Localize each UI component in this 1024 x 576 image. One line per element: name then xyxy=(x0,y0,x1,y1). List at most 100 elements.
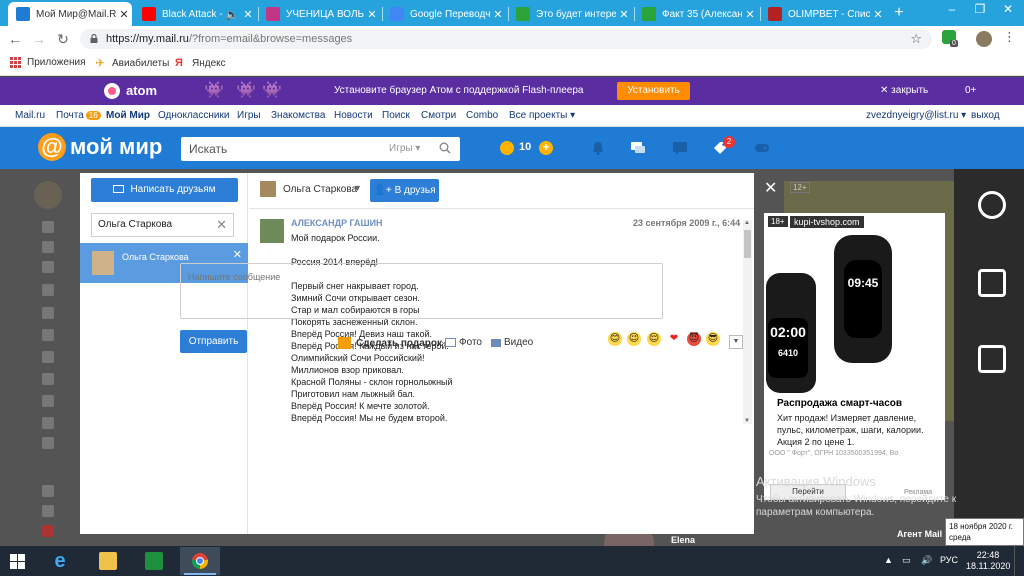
taskbar-explorer[interactable] xyxy=(88,547,128,575)
messages-icon[interactable] xyxy=(630,140,646,156)
clear-filter-icon[interactable]: ✕ xyxy=(216,217,227,233)
close-tab-icon[interactable]: ✕ xyxy=(490,8,506,21)
recipient-name[interactable]: Ольга Старкова xyxy=(283,184,357,195)
close-tab-icon[interactable]: ✕ xyxy=(240,8,256,21)
attach-photo-button[interactable]: Фото xyxy=(445,337,482,348)
tab-black-attack[interactable]: Black Attack - 🔈 ✕ xyxy=(134,2,256,26)
scroll-down-icon[interactable]: ▼ xyxy=(744,418,750,424)
portal-link-mailru[interactable]: Mail.ru xyxy=(15,110,45,121)
speaker-icon[interactable]: 🔈 xyxy=(224,8,240,21)
taskbar-store[interactable] xyxy=(134,547,174,575)
chat-icon[interactable] xyxy=(672,140,688,156)
close-ad-icon[interactable]: ✕ xyxy=(764,178,777,198)
sunglasses-emoji-icon[interactable]: 😎 xyxy=(706,332,720,346)
tray-arrow-icon[interactable]: ▲ xyxy=(884,555,893,565)
tab-olimpbet[interactable]: OLIMPBET - Списо ✕ xyxy=(760,2,886,26)
new-tab-button[interactable]: + xyxy=(890,4,908,22)
add-friend-button[interactable]: 👤+ В друзья xyxy=(370,179,439,202)
portal-link-search[interactable]: Поиск xyxy=(382,110,410,121)
sync-icon[interactable] xyxy=(978,191,1006,219)
show-desktop-button[interactable] xyxy=(1014,546,1024,576)
portal-link-news[interactable]: Новости xyxy=(334,110,373,121)
network-icon[interactable]: ▭ xyxy=(902,555,911,566)
tab-eto-budet[interactable]: Это будет интерес ✕ xyxy=(508,2,632,26)
gamepad-icon[interactable] xyxy=(754,140,770,156)
portal-link-odnoklassniki[interactable]: Одноклассники xyxy=(158,110,229,121)
bell-icon[interactable] xyxy=(590,140,606,156)
write-to-friends-button[interactable]: Написать друзьям xyxy=(91,178,238,202)
search-input[interactable]: Искать xyxy=(189,142,227,156)
display-icon[interactable] xyxy=(978,345,1006,373)
account-email[interactable]: zvezdnyeigry@list.ru ▾ xyxy=(866,110,966,121)
windows-icon[interactable] xyxy=(978,269,1006,297)
taskbar-ie[interactable]: e xyxy=(40,547,80,575)
minimize-button[interactable]: – xyxy=(938,2,966,16)
tab-uchenitsa[interactable]: УЧЕНИЦА ВОЛЬФ ✕ xyxy=(258,2,380,26)
portal-link-moy-mir[interactable]: Мой Мир xyxy=(106,110,150,121)
tab-moy-mir[interactable]: Мой Мир@Mail.Ru ✕ xyxy=(8,2,132,26)
portal-link-watch[interactable]: Смотри xyxy=(421,110,456,121)
close-tab-icon[interactable]: ✕ xyxy=(116,8,132,21)
portal-link-dating[interactable]: Знакомства xyxy=(271,110,325,121)
contact-filter[interactable]: ✕ xyxy=(91,213,234,237)
bookmark-apps[interactable]: Приложения xyxy=(10,57,86,68)
header-search[interactable]: Искать Игры ▾ xyxy=(181,137,460,161)
close-contact-icon[interactable]: ✕ xyxy=(233,248,242,261)
bookmark-star-icon[interactable]: ☆ xyxy=(910,31,922,47)
scrollbar-thumb[interactable] xyxy=(744,230,751,258)
tab-google-translate[interactable]: Google Переводч ✕ xyxy=(382,2,506,26)
profile-avatar[interactable] xyxy=(976,31,992,47)
devil-emoji-icon[interactable]: 😈 xyxy=(687,332,701,346)
taskbar-chrome[interactable] xyxy=(180,547,220,575)
close-tab-icon[interactable]: ✕ xyxy=(870,8,886,21)
moy-mir-logo[interactable]: мой мир xyxy=(70,134,162,160)
smile-emoji-icon[interactable]: 😊 xyxy=(608,332,622,346)
scroll-up-icon[interactable]: ▲ xyxy=(744,220,750,226)
advertisement[interactable]: 18+ kupi-tvshop.com 09:45 02:00 6410 Рас… xyxy=(764,213,945,500)
close-tab-icon[interactable]: ✕ xyxy=(364,8,380,21)
ad-domain[interactable]: kupi-tvshop.com xyxy=(790,216,864,228)
at-sign-logo-icon[interactable]: @ xyxy=(38,133,66,161)
add-coins-icon[interactable]: + xyxy=(539,141,553,155)
heart-emoji-icon[interactable]: ❤ xyxy=(667,332,681,346)
bookmark-yandex[interactable]: Я Яндекс xyxy=(175,57,226,69)
chevron-down-icon[interactable]: ▼ xyxy=(353,183,362,193)
attach-video-button[interactable]: Видео xyxy=(491,337,533,348)
coin-icon[interactable] xyxy=(500,141,514,155)
close-window-button[interactable]: ✕ xyxy=(994,2,1022,16)
forward-button[interactable]: → xyxy=(30,30,48,48)
address-bar[interactable]: https://my.mail.ru/?from=email&browse=me… xyxy=(80,29,932,49)
compose-box[interactable] xyxy=(180,263,663,319)
atom-install-button[interactable]: Установить xyxy=(617,82,690,100)
wink-emoji-icon[interactable]: 😉 xyxy=(627,332,641,346)
back-button[interactable]: ← xyxy=(6,30,24,48)
message-author[interactable]: АЛЕКСАНДР ГАШИН xyxy=(291,218,383,228)
volume-icon[interactable]: 🔊 xyxy=(921,555,932,566)
portal-link-games[interactable]: Игры xyxy=(237,110,261,121)
send-message-button[interactable]: Отправить xyxy=(180,330,247,353)
tab-fakt-35[interactable]: Факт 35 (Алексан ✕ xyxy=(634,2,758,26)
message-scrollbar[interactable]: ▲ ▼ xyxy=(743,220,752,424)
language-indicator[interactable]: РУС xyxy=(940,555,958,565)
taskbar-clock[interactable]: 22:48 18.11.2020 xyxy=(966,550,1010,572)
windows-start-icon[interactable] xyxy=(10,554,25,569)
portal-link-combo[interactable]: Combo xyxy=(466,110,498,121)
ad-title[interactable]: Распродажа смарт-часов xyxy=(777,398,902,409)
portal-link-mail[interactable]: Почта 16 xyxy=(56,110,101,121)
close-tab-icon[interactable]: ✕ xyxy=(742,8,758,21)
message-input[interactable] xyxy=(188,272,648,282)
search-icon[interactable] xyxy=(439,142,451,154)
atom-close-button[interactable]: ✕ закрыть xyxy=(880,85,928,96)
chrome-menu-icon[interactable]: ⋮ xyxy=(1003,29,1016,45)
restore-button[interactable]: ❐ xyxy=(966,2,994,16)
bookmark-aviabilety[interactable]: ✈ Авиабилеты xyxy=(95,57,169,69)
more-emoji-icon[interactable]: ▼ xyxy=(729,335,743,349)
portal-all-projects[interactable]: Все проекты ▾ xyxy=(509,110,575,121)
close-tab-icon[interactable]: ✕ xyxy=(616,8,632,21)
make-gift-button[interactable]: Сделать подарок xyxy=(338,337,442,349)
relieved-emoji-icon[interactable]: 😌 xyxy=(647,332,661,346)
search-scope-select[interactable]: Игры ▾ xyxy=(389,143,420,154)
contact-filter-input[interactable] xyxy=(98,219,208,230)
logout-link[interactable]: выход xyxy=(971,110,1000,121)
reload-button[interactable]: ↻ xyxy=(54,30,72,48)
